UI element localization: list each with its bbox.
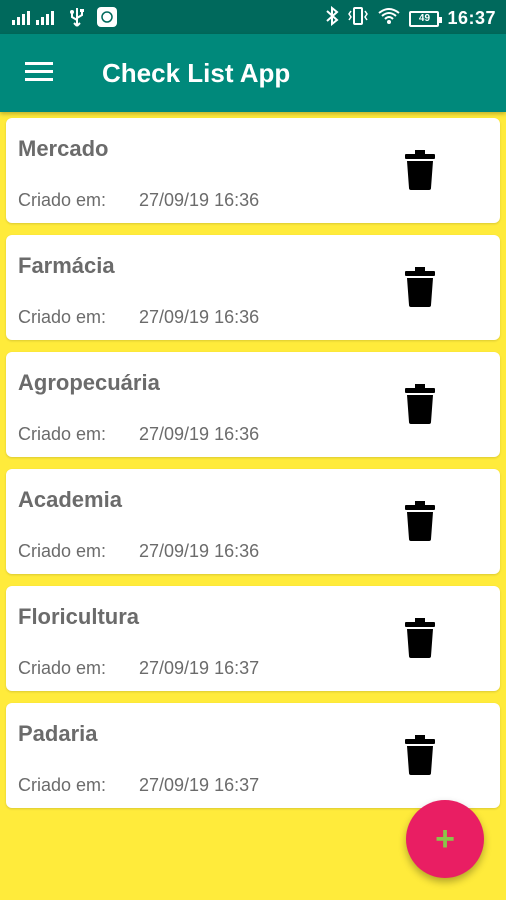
created-date: 27/09/19 16:36: [139, 190, 260, 210]
created-label: Criado em:: [18, 541, 107, 561]
created-label: Criado em:: [18, 424, 107, 444]
notification-app-icon: [96, 6, 118, 33]
add-list-button[interactable]: +: [406, 800, 484, 878]
battery-icon: 49: [409, 10, 443, 27]
checklist-list: Mercado Criado em: 27/09/19 16:36 Farmác…: [6, 118, 500, 820]
delete-button[interactable]: [400, 382, 440, 430]
list-item-name: Agropecuária: [18, 370, 160, 395]
delete-button[interactable]: [400, 265, 440, 313]
trash-icon: [405, 266, 435, 312]
trash-icon: [405, 734, 435, 780]
app-bar: Check List App: [0, 34, 506, 112]
status-bar: 49 16:37: [0, 0, 506, 34]
list-item-name: Padaria: [18, 721, 98, 746]
list-item-created: Criado em: 27/09/19 16:37: [18, 658, 259, 679]
trash-icon: [405, 383, 435, 429]
menu-button[interactable]: [18, 54, 60, 94]
created-date: 27/09/19 16:37: [139, 658, 260, 678]
plus-icon: +: [435, 820, 455, 858]
list-item-name: Floricultura: [18, 604, 140, 629]
list-item-created: Criado em: 27/09/19 16:36: [18, 190, 259, 211]
list-item-created: Criado em: 27/09/19 16:37: [18, 775, 259, 796]
created-date: 27/09/19 16:37: [139, 775, 260, 795]
status-time: 16:37: [447, 8, 496, 28]
app-title: Check List App: [102, 58, 291, 88]
list-item-created: Criado em: 27/09/19 16:36: [18, 541, 259, 562]
list-item[interactable]: Padaria Criado em: 27/09/19 16:37: [6, 703, 500, 808]
list-item[interactable]: Agropecuária Criado em: 27/09/19 16:36: [6, 352, 500, 457]
trash-icon: [405, 500, 435, 546]
trash-icon: [405, 149, 435, 195]
delete-button[interactable]: [400, 733, 440, 781]
list-item-name: Academia: [18, 487, 122, 512]
signal-icon: [12, 9, 58, 30]
created-date: 27/09/19 16:36: [139, 424, 260, 444]
created-date: 27/09/19 16:36: [139, 307, 260, 327]
list-item[interactable]: Floricultura Criado em: 27/09/19 16:37: [6, 586, 500, 691]
list-item-created: Criado em: 27/09/19 16:36: [18, 307, 259, 328]
status-icons-right: 49 16:37: [325, 5, 496, 31]
list-item-name: Mercado: [18, 136, 109, 161]
list-item-created: Criado em: 27/09/19 16:36: [18, 424, 259, 445]
wifi-icon: [377, 7, 401, 30]
list-item[interactable]: Mercado Criado em: 27/09/19 16:36: [6, 118, 500, 223]
hamburger-menu-icon: [25, 61, 53, 87]
list-item[interactable]: Farmácia Criado em: 27/09/19 16:36: [6, 235, 500, 340]
list-item-name: Farmácia: [18, 253, 115, 278]
list-item[interactable]: Academia Criado em: 27/09/19 16:36: [6, 469, 500, 574]
created-label: Criado em:: [18, 190, 107, 210]
created-label: Criado em:: [18, 658, 107, 678]
vibrate-icon: [347, 6, 369, 31]
delete-button[interactable]: [400, 499, 440, 547]
usb-icon: [68, 7, 86, 32]
delete-button[interactable]: [400, 148, 440, 196]
bluetooth-icon: [325, 5, 339, 31]
created-label: Criado em:: [18, 775, 107, 795]
delete-button[interactable]: [400, 616, 440, 664]
created-label: Criado em:: [18, 307, 107, 327]
status-icons-left: [12, 6, 118, 33]
trash-icon: [405, 617, 435, 663]
created-date: 27/09/19 16:36: [139, 541, 260, 561]
